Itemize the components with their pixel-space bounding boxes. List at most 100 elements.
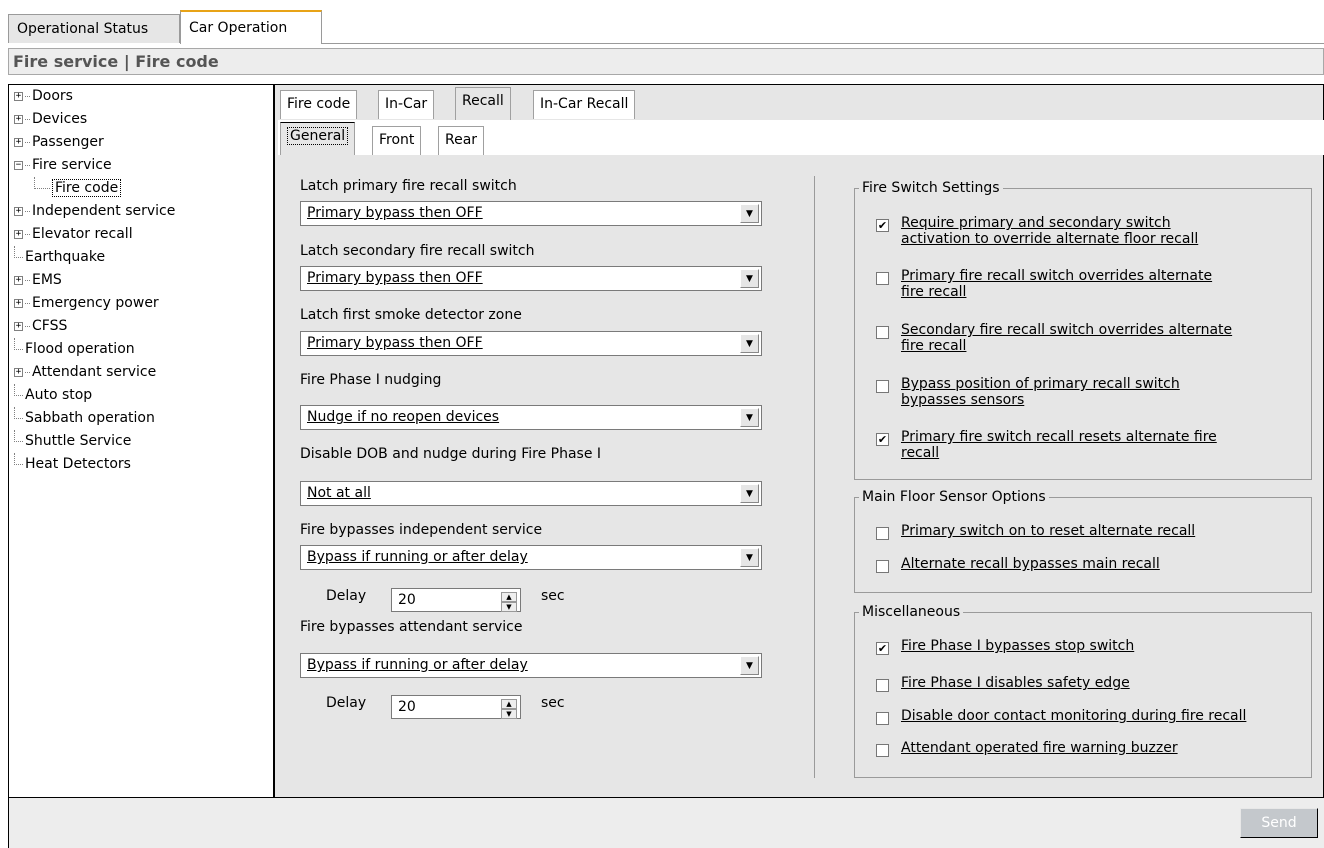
tree-item[interactable]: + Attendant service (14, 362, 156, 382)
group-title: Miscellaneous (859, 604, 964, 620)
tab-in-car[interactable]: In-Car (378, 90, 435, 119)
latch-secondary-select[interactable]: Primary bypass then OFF ▼ (300, 266, 762, 291)
subtab-label: Rear (445, 132, 478, 148)
resets-alternate-option[interactable]: ✔ Primary fire switch recall resets alte… (876, 429, 1217, 461)
tree-item-label: Attendant service (32, 364, 157, 380)
tree-connector (25, 302, 30, 304)
dropdown-arrow-icon[interactable]: ▼ (740, 484, 759, 503)
checkbox[interactable]: ✔ (876, 642, 889, 655)
tree-item[interactable]: Sabbath operation (14, 407, 155, 428)
select-value: Nudge if no reopen devices (307, 409, 500, 425)
tree-item-label: Elevator recall (32, 226, 133, 242)
tree-item[interactable]: Auto stop (14, 384, 92, 405)
tab-fire-code[interactable]: Fire code (280, 90, 358, 119)
require-both-switches-option[interactable]: ✔ Require primary and secondary switch ac… (876, 215, 1198, 247)
checkbox[interactable] (876, 712, 889, 725)
primary-overrides-option[interactable]: Primary fire recall switch overrides alt… (876, 268, 1212, 300)
subtab-rear[interactable]: Rear (438, 126, 485, 155)
collapse-icon[interactable]: − (14, 160, 23, 170)
tree-item-label: Sabbath operation (25, 410, 155, 426)
warning-buzzer-option[interactable]: Attendant operated fire warning buzzer (876, 740, 1178, 757)
tree-item[interactable]: + CFSS (14, 316, 67, 336)
spin-down-icon[interactable]: ▼ (501, 709, 517, 719)
checkbox[interactable] (876, 679, 889, 692)
dropdown-arrow-icon[interactable]: ▼ (740, 656, 759, 675)
disable-dob-select[interactable]: Not at all ▼ (300, 481, 762, 506)
tree-connector (25, 95, 30, 97)
tree-connector (25, 141, 30, 143)
nudging-select[interactable]: Nudge if no reopen devices ▼ (300, 405, 762, 430)
delay-independent-stepper[interactable]: 20 ▲ ▼ (391, 588, 521, 612)
tree-item[interactable]: − Fire service (14, 155, 112, 175)
dropdown-arrow-icon[interactable]: ▼ (740, 548, 759, 567)
expand-icon[interactable]: + (14, 367, 23, 377)
tree-item[interactable]: Heat Detectors (14, 453, 131, 474)
expand-icon[interactable]: + (14, 275, 23, 285)
latch-smoke-select[interactable]: Primary bypass then OFF ▼ (300, 331, 762, 356)
tree-item[interactable]: Shuttle Service (14, 430, 131, 451)
tree-item[interactable]: + Passenger (14, 132, 104, 152)
tree-item[interactable]: Earthquake (14, 246, 105, 267)
tab-in-car-recall[interactable]: In-Car Recall (533, 90, 636, 119)
select-value: Primary bypass then OFF (307, 335, 483, 351)
tree-connector (14, 430, 23, 442)
secondary-overrides-option[interactable]: Secondary fire recall switch overrides a… (876, 322, 1232, 354)
primary-switch-reset-option[interactable]: Primary switch on to reset alternate rec… (876, 523, 1195, 540)
disables-safety-edge-option[interactable]: Fire Phase I disables safety edge (876, 675, 1130, 692)
select-value: Not at all (307, 485, 371, 501)
tree-item[interactable]: + Emergency power (14, 293, 159, 313)
bypass-sensors-option[interactable]: Bypass position of primary recall switch… (876, 376, 1180, 408)
expand-icon[interactable]: + (14, 206, 23, 216)
bypass-independent-label: Fire bypasses independent service (300, 522, 543, 538)
subtab-label: General (287, 127, 349, 145)
dropdown-arrow-icon[interactable]: ▼ (740, 408, 759, 427)
delay-label: Delay (326, 695, 367, 711)
option-label: Primary switch on to reset alternate rec… (901, 523, 1196, 539)
label-line: activation to override alternate floor r… (901, 231, 1199, 247)
checkbox[interactable] (876, 527, 889, 540)
expand-icon[interactable]: + (14, 298, 23, 308)
subtab-front[interactable]: Front (372, 126, 422, 155)
tree-item[interactable]: + Elevator recall (14, 224, 133, 244)
spin-up-icon[interactable]: ▲ (501, 699, 517, 709)
expand-icon[interactable]: + (14, 321, 23, 331)
checkbox[interactable] (876, 380, 889, 393)
tree-item[interactable]: + Independent service (14, 201, 175, 221)
spin-down-icon[interactable]: ▼ (501, 602, 517, 612)
checkbox[interactable] (876, 326, 889, 339)
dropdown-arrow-icon[interactable]: ▼ (740, 204, 759, 223)
tree-item-label: CFSS (32, 318, 68, 334)
spin-up-icon[interactable]: ▲ (501, 592, 517, 602)
dropdown-arrow-icon[interactable]: ▼ (740, 334, 759, 353)
tree-item[interactable]: + Doors (14, 86, 73, 106)
checkbox[interactable] (876, 560, 889, 573)
disable-door-contact-option[interactable]: Disable door contact monitoring during f… (876, 708, 1246, 725)
bypasses-stop-switch-option[interactable]: ✔ Fire Phase I bypasses stop switch (876, 638, 1134, 655)
tab-operational-status[interactable]: Operational Status (8, 14, 180, 43)
tree-item[interactable]: + Devices (14, 109, 87, 129)
expand-icon[interactable]: + (14, 137, 23, 147)
tab-car-operation[interactable]: Car Operation (180, 10, 322, 44)
dropdown-arrow-icon[interactable]: ▼ (740, 269, 759, 288)
expand-icon[interactable]: + (14, 91, 23, 101)
main-floor-sensor-group: Main Floor Sensor Options (854, 489, 1312, 593)
tab-recall[interactable]: Recall (455, 87, 511, 120)
tab-label: Car Operation (189, 20, 288, 36)
tree-item[interactable]: Fire code (34, 177, 122, 198)
delay-attendant-stepper[interactable]: 20 ▲ ▼ (391, 695, 521, 719)
latch-primary-select[interactable]: Primary bypass then OFF ▼ (300, 201, 762, 226)
checkbox[interactable]: ✔ (876, 433, 889, 446)
expand-icon[interactable]: + (14, 114, 23, 124)
latch-secondary-label: Latch secondary fire recall switch (300, 243, 535, 259)
tree-item[interactable]: + EMS (14, 270, 62, 290)
checkbox[interactable] (876, 744, 889, 757)
bypass-attendant-select[interactable]: Bypass if running or after delay ▼ (300, 653, 762, 678)
alternate-bypasses-main-option[interactable]: Alternate recall bypasses main recall (876, 556, 1160, 573)
checkbox[interactable]: ✔ (876, 219, 889, 232)
send-button[interactable]: Send (1240, 808, 1318, 838)
checkbox[interactable] (876, 272, 889, 285)
expand-icon[interactable]: + (14, 229, 23, 239)
subtab-general[interactable]: General (280, 122, 356, 156)
bypass-independent-select[interactable]: Bypass if running or after delay ▼ (300, 545, 762, 570)
tree-item[interactable]: Flood operation (14, 338, 135, 359)
